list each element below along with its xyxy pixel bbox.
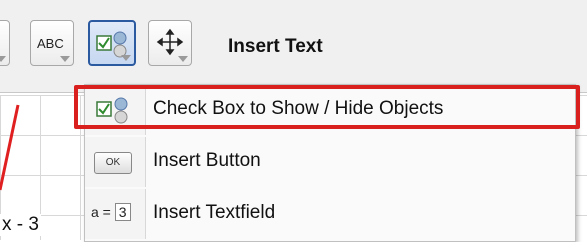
submenu-indicator-icon [121, 55, 131, 61]
function-curve[interactable] [0, 104, 20, 191]
menu-item-insert-textfield[interactable]: a = 3 Insert Textfield [85, 189, 575, 239]
submenu-indicator-icon [178, 56, 188, 62]
tool-button-move[interactable] [148, 20, 192, 66]
menu-item-insert-button[interactable]: OK Insert Button [85, 137, 575, 187]
menu-item-icon-box: OK [85, 137, 146, 187]
menu-item-icon-box: a = 3 [85, 189, 146, 239]
tool-button-partial[interactable] [0, 20, 10, 66]
tool-button-text[interactable]: ABC [30, 20, 74, 66]
tool-title: Insert Text [228, 36, 323, 57]
function-label[interactable]: x - 3 [0, 214, 41, 236]
abc-icon: ABC [37, 36, 64, 51]
textfield-icon: a = 3 [91, 203, 131, 221]
toolbar: ABC Insert Text [0, 0, 587, 93]
submenu-indicator-icon [60, 56, 70, 62]
submenu-indicator-icon [0, 56, 6, 62]
menu-item-label: Insert Button [153, 150, 261, 171]
menu-item-label: Insert Textfield [153, 202, 276, 223]
button-ok-icon: OK [94, 152, 132, 174]
highlight-box [74, 85, 580, 129]
tool-button-checkbox[interactable] [88, 20, 136, 66]
